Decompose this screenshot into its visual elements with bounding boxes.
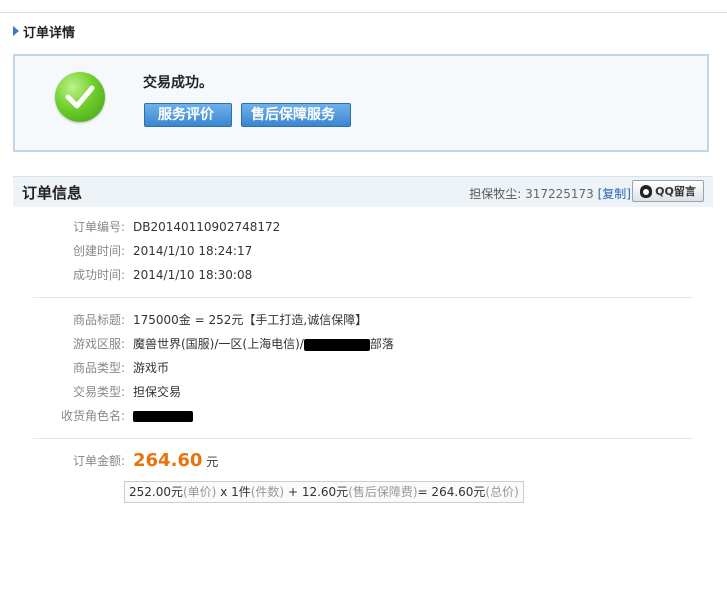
success-time: 2014/1/10 18:30:08 bbox=[133, 268, 253, 282]
category-label: 商品类型: bbox=[72, 361, 125, 375]
guarantor-id: 317225173 bbox=[525, 187, 594, 201]
server-suffix: 部落 bbox=[369, 337, 394, 351]
created-time-label: 创建时间: bbox=[72, 244, 125, 258]
qq-message-label: QQ留言 bbox=[655, 185, 696, 198]
divider bbox=[33, 438, 693, 439]
unit-price: 252.00元 bbox=[129, 485, 183, 499]
quantity: x 1件 bbox=[216, 485, 251, 499]
amount-label: 订单金额: bbox=[72, 454, 125, 468]
total-note: (总价) bbox=[485, 485, 519, 499]
order-info-title: 订单信息 bbox=[22, 184, 83, 202]
copy-link[interactable]: [复制] bbox=[598, 187, 631, 201]
qq-icon bbox=[640, 184, 653, 198]
trade-type: 担保交易 bbox=[133, 385, 182, 399]
server-prefix: 魔兽世界(国服)/一区(上海电信)/ bbox=[133, 337, 304, 351]
top-divider bbox=[0, 12, 727, 13]
quantity-note: (件数) bbox=[250, 485, 285, 499]
order-number-label: 订单编号: bbox=[72, 220, 125, 234]
qq-message-button[interactable]: QQ留言 bbox=[632, 180, 704, 202]
amount-value: 264.60 bbox=[133, 450, 203, 471]
server-value: 魔兽世界(国服)/一区(上海电信)/ 部落 bbox=[133, 335, 394, 353]
order-number: DB20140110902748172 bbox=[133, 220, 281, 234]
triangle-right-icon bbox=[13, 26, 19, 36]
trade-type-label: 交易类型: bbox=[72, 385, 125, 399]
guarantor-info: 担保牧尘: 317225173 [复制] bbox=[469, 185, 631, 202]
service-review-button[interactable]: 服务评价 bbox=[144, 103, 232, 127]
product-title: 175000金 = 252元【手工打造,诚信保障】 bbox=[133, 313, 368, 327]
divider bbox=[33, 297, 693, 298]
amount-unit: 元 bbox=[206, 455, 219, 469]
guarantor-label: 担保牧尘: bbox=[469, 187, 522, 201]
fee-note: (售后保障费) bbox=[348, 485, 418, 499]
redacted-text bbox=[133, 411, 193, 422]
after-sales-button[interactable]: 售后保障服务 bbox=[241, 103, 351, 127]
page-title: 订单详情 bbox=[23, 25, 76, 41]
total: = 264.60元 bbox=[417, 485, 486, 499]
order-info-header: 订单信息 担保牧尘: 317225173 [复制] QQ留言 bbox=[13, 176, 713, 207]
product-title-label: 商品标题: bbox=[72, 313, 125, 327]
server-label: 游戏区服: bbox=[72, 337, 125, 351]
fee: + 12.60元 bbox=[287, 485, 349, 499]
redacted-text bbox=[303, 338, 370, 351]
check-icon bbox=[55, 72, 105, 122]
status-message: 交易成功。 bbox=[143, 75, 213, 91]
price-breakdown-tooltip: 252.00元(单价) x 1件(件数) + 12.60元(售后保障费)= 26… bbox=[124, 481, 524, 503]
order-amount: 264.60 元 bbox=[133, 450, 218, 471]
unit-price-note: (单价) bbox=[183, 485, 217, 499]
category: 游戏币 bbox=[133, 361, 170, 375]
status-panel: 交易成功。 服务评价 售后保障服务 bbox=[13, 54, 709, 152]
success-time-label: 成功时间: bbox=[72, 268, 125, 282]
created-time: 2014/1/10 18:24:17 bbox=[133, 244, 253, 258]
section-header: 订单详情 bbox=[13, 22, 76, 41]
receiver-value bbox=[133, 407, 193, 425]
receiver-label: 收货角色名: bbox=[60, 409, 125, 423]
